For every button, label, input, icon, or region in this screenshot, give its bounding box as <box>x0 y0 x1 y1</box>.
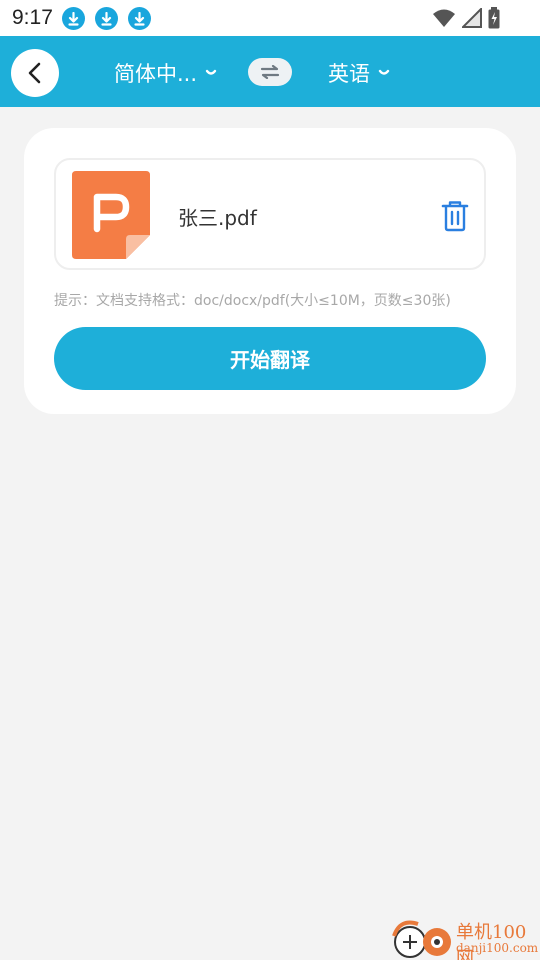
start-translate-button[interactable]: 开始翻译 <box>54 327 486 390</box>
swap-languages-button[interactable] <box>248 58 292 86</box>
target-language-select[interactable]: 英语 <box>328 58 390 88</box>
source-language-select[interactable]: 简体中... <box>114 58 217 88</box>
watermark-url: danji100.com <box>456 941 539 955</box>
delete-file-button[interactable] <box>440 200 470 232</box>
battery-charging-icon <box>488 7 500 29</box>
status-time: 9:17 <box>12 6 53 29</box>
watermark-logo <box>392 920 451 958</box>
chevron-down-icon <box>378 69 390 75</box>
back-button[interactable] <box>11 49 59 97</box>
format-hint: 提示：文档支持格式：doc/docx/pdf(大小≤10M，页数≤30张) <box>54 293 451 309</box>
target-language-label: 英语 <box>328 62 370 86</box>
signal-icon <box>462 8 482 28</box>
status-bar: 9:17 <box>0 0 540 36</box>
selected-file: 张三.pdf <box>54 158 486 270</box>
source-language-label: 简体中... <box>114 62 198 86</box>
file-name: 张三.pdf <box>178 206 257 230</box>
download-icon <box>128 7 151 30</box>
swap-arrows-icon <box>260 65 280 79</box>
download-icon <box>62 7 85 30</box>
chevron-down-icon <box>205 69 217 75</box>
wps-pdf-file-icon <box>72 171 150 259</box>
status-right-icons <box>432 6 502 30</box>
watermark: 单机100网 danji100.com <box>392 916 540 960</box>
trash-icon <box>441 201 469 232</box>
wifi-icon <box>433 9 455 27</box>
chevron-left-icon <box>28 62 41 84</box>
header-bar: 简体中... 英语 <box>0 36 540 107</box>
translate-card: 张三.pdf 提示：文档支持格式：doc/docx/pdf(大小≤10M，页数≤… <box>24 128 516 414</box>
download-icon <box>95 7 118 30</box>
